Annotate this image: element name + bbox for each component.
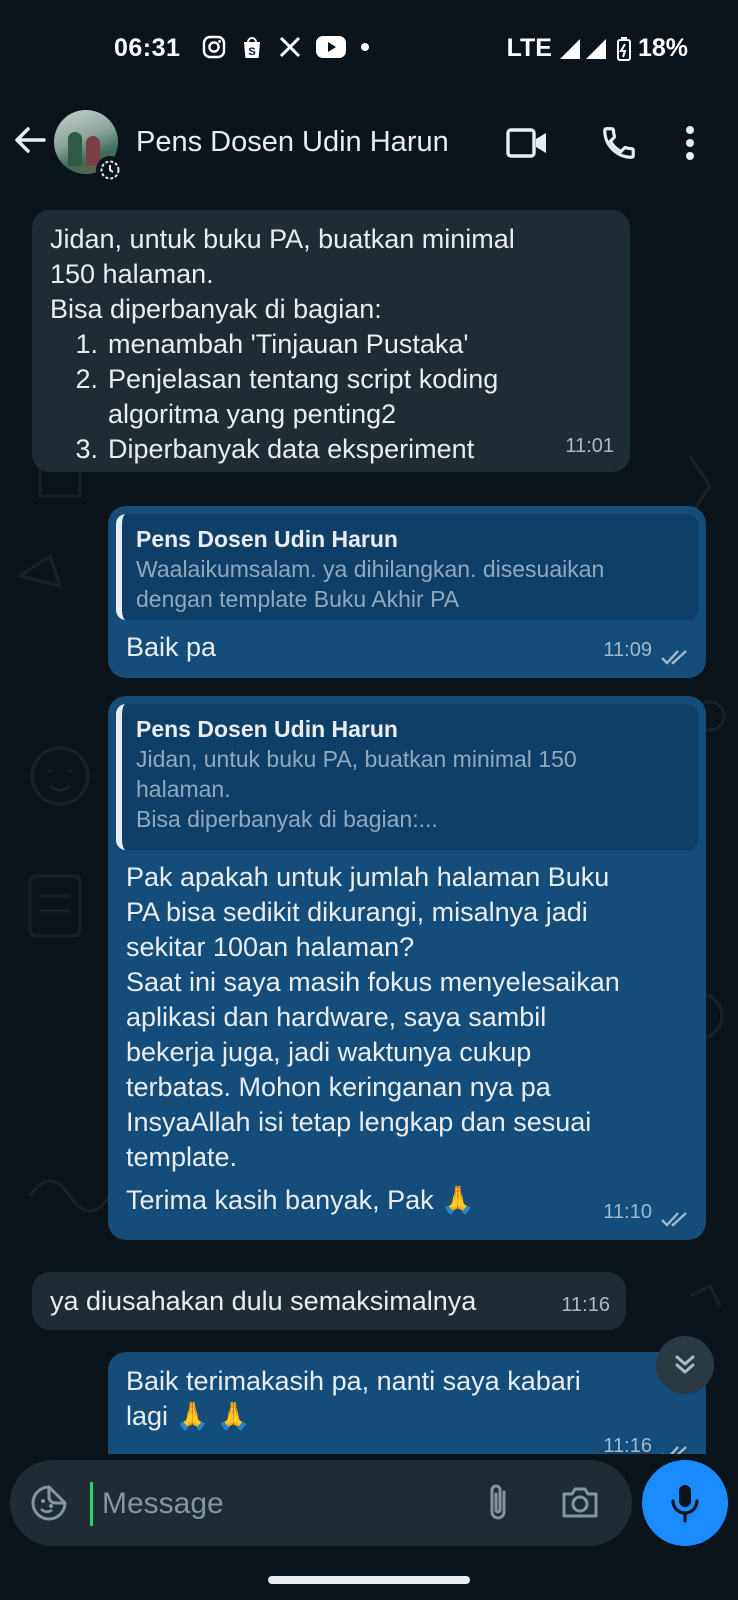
svg-text:S: S xyxy=(248,46,255,58)
message-line: Saat ini saya masih fokus menyelesaikan xyxy=(126,967,620,997)
camera-button[interactable] xyxy=(560,1484,600,1525)
message-time: 11:09 xyxy=(603,639,652,661)
message-line: Jidan, untuk buku PA, buatkan minimal xyxy=(50,224,515,254)
x-icon xyxy=(279,36,301,58)
instagram-icon xyxy=(202,35,226,59)
paperclip-icon xyxy=(490,1484,506,1520)
more-notifications-icon xyxy=(361,43,369,51)
quoted-text: Waalaikumsalam. ya dihilangkan. disesuai… xyxy=(136,556,605,612)
battery-label: 18% xyxy=(637,34,688,62)
composer xyxy=(10,1460,632,1546)
message-text: Pak apakah untuk jumlah halaman Buku PA … xyxy=(116,860,698,1218)
contact-name[interactable]: Pens Dosen Udin Harun xyxy=(136,126,449,159)
back-button[interactable] xyxy=(12,122,48,163)
video-call-button[interactable] xyxy=(506,126,548,165)
list-number: 1. xyxy=(75,329,98,359)
status-time: 06:31 xyxy=(114,34,181,62)
double-chevron-down-icon xyxy=(675,1355,695,1374)
read-receipt-icon xyxy=(661,650,687,665)
list-text: Penjelasan tentang script koding xyxy=(108,364,499,394)
scroll-to-bottom-button[interactable] xyxy=(656,1336,714,1394)
message-time: 11:01 xyxy=(565,435,614,457)
message-text: Jidan, untuk buku PA, buatkan minimal 15… xyxy=(50,222,612,467)
quoted-sender: Pens Dosen Udin Harun xyxy=(136,526,398,552)
message-text: ya diusahakan dulu semaksimalnya xyxy=(50,1286,477,1316)
attach-button[interactable] xyxy=(482,1482,516,1529)
list-number: 2. xyxy=(75,364,98,394)
message-bubble-incoming[interactable]: Jidan, untuk buku PA, buatkan minimal 15… xyxy=(32,210,630,472)
chat-header: Pens Dosen Udin Harun xyxy=(0,92,738,196)
message-line: Pak apakah untuk jumlah halaman Buku xyxy=(126,862,610,892)
list-number: 3. xyxy=(75,434,98,464)
message-time: 11:16 xyxy=(603,1435,652,1454)
list-item: 3. Diperbanyak data eksperiment xyxy=(50,432,612,467)
timer-icon xyxy=(100,160,120,180)
list-number xyxy=(50,397,108,432)
message-line: sekitar 100an halaman? xyxy=(126,932,415,962)
more-options-button[interactable] xyxy=(684,124,696,167)
sticker-icon xyxy=(31,1485,67,1521)
message-bubble-outgoing[interactable]: Pens Dosen Udin Harun Jidan, untuk buku … xyxy=(108,696,706,1240)
mic-icon xyxy=(671,1485,699,1523)
list-item: 1. menambah 'Tinjauan Pustaka' xyxy=(50,327,612,362)
disappearing-timer-badge xyxy=(96,156,124,184)
message-list-items: 1. menambah 'Tinjauan Pustaka' 2. Penjelas… xyxy=(50,327,612,467)
network-label: LTE xyxy=(506,34,552,62)
signal-icon xyxy=(559,38,606,59)
message-line: 150 halaman. xyxy=(50,259,214,289)
message-bubble-incoming[interactable]: ya diusahakan dulu semaksimalnya 11:16 xyxy=(32,1272,626,1330)
more-vert-icon xyxy=(686,126,694,160)
list-item: 2. Penjelasan tentang script koding xyxy=(50,362,612,397)
list-text: menambah 'Tinjauan Pustaka' xyxy=(108,329,469,359)
quoted-line: Bisa diperbanyak di bagian:... xyxy=(136,806,438,832)
quoted-line: Jidan, untuk buku PA, buatkan minimal 15… xyxy=(136,746,577,772)
youtube-icon xyxy=(316,36,346,58)
list-item: algoritma yang penting2 xyxy=(50,397,612,432)
message-line: template. xyxy=(126,1142,238,1172)
list-text: Diperbanyak data eksperiment xyxy=(108,434,475,464)
text-cursor xyxy=(90,1482,93,1526)
message-bubble-outgoing[interactable]: Pens Dosen Udin Harun Waalaikumsalam. ya… xyxy=(108,506,706,678)
quoted-line: halaman. xyxy=(136,776,231,802)
message-line: Bisa diperbanyak di bagian: xyxy=(50,294,382,324)
gesture-nav-bar[interactable] xyxy=(268,1576,470,1584)
avatar-figure xyxy=(68,132,82,166)
status-bar: 06:31 S LTE 18% xyxy=(0,0,738,92)
message-line: Baik terimakasih pa, nanti saya kabari xyxy=(126,1366,581,1396)
message-input[interactable] xyxy=(102,1480,462,1528)
message-line: terbatas. Mohon keringanan nya pa xyxy=(126,1072,551,1102)
message-line: PA bisa sedikit dikurangi, misalnya jadi xyxy=(126,897,588,927)
quoted-message[interactable]: Pens Dosen Udin Harun Jidan, untuk buku … xyxy=(116,704,698,850)
back-arrow-icon xyxy=(15,127,46,153)
voice-call-button[interactable] xyxy=(600,124,638,167)
message-line: InsyaAllah isi tetap lengkap dan sesuai xyxy=(126,1107,592,1137)
shopee-icon: S xyxy=(244,37,260,58)
message-bubble-outgoing[interactable]: Baik terimakasih pa, nanti saya kabari l… xyxy=(108,1352,706,1454)
message-time: 11:10 xyxy=(603,1201,652,1223)
notification-icons: S xyxy=(202,34,370,60)
status-right: LTE 18% xyxy=(507,34,688,63)
list-text: algoritma yang penting2 xyxy=(108,399,397,429)
message-list[interactable]: Jidan, untuk buku PA, buatkan minimal 15… xyxy=(0,196,738,1454)
sticker-button[interactable] xyxy=(30,1484,68,1527)
phone-icon xyxy=(603,127,635,159)
quoted-sender: Pens Dosen Udin Harun xyxy=(136,716,398,742)
read-receipt-icon xyxy=(661,1212,687,1227)
voice-message-button[interactable] xyxy=(642,1460,728,1546)
message-time: 11:16 xyxy=(561,1294,610,1316)
message-line: bekerja juga, jadi waktunya cukup xyxy=(126,1037,532,1067)
message-line: aplikasi dan hardware, saya sambil xyxy=(126,1002,547,1032)
battery-icon xyxy=(616,36,631,61)
read-receipt-icon xyxy=(662,1446,687,1454)
video-call-icon xyxy=(506,128,546,158)
quoted-message[interactable]: Pens Dosen Udin Harun Waalaikumsalam. ya… xyxy=(116,514,698,620)
camera-icon xyxy=(562,1487,598,1518)
